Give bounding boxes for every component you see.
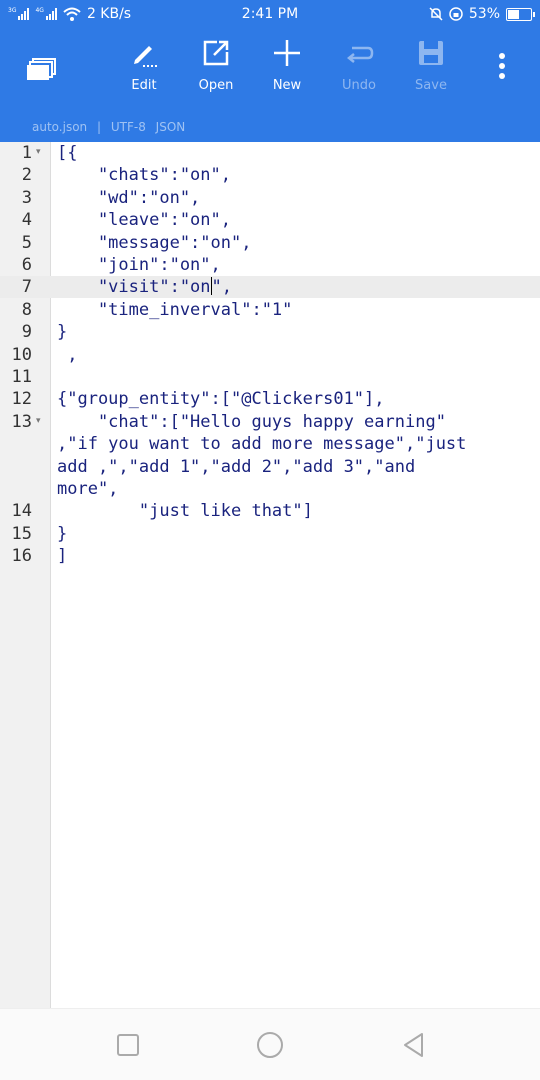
code-line[interactable]: 1 ▾ [{ [0, 142, 540, 164]
line-number: 10 [11, 344, 32, 365]
floppy-disk-icon [419, 41, 443, 65]
recents-square-icon[interactable] [114, 1031, 142, 1059]
line-number: 15 [11, 523, 32, 544]
code-line[interactable]: 5 "message":"on", [0, 232, 540, 254]
code-text: "message":"on", [57, 232, 252, 253]
save-button[interactable]: Save [400, 36, 462, 100]
fold-arrow-icon[interactable]: ▾ [36, 147, 41, 157]
more-vert-icon[interactable] [494, 50, 510, 90]
save-label: Save [415, 78, 447, 93]
app-toolbar: Edit Open New Undo Save [0, 28, 540, 108]
back-triangle-icon[interactable] [400, 1031, 428, 1059]
rotation-lock-icon [449, 7, 463, 21]
open-label: Open [198, 78, 234, 93]
line-number: 5 [21, 232, 32, 253]
code-line[interactable]: 2 "chats":"on", [0, 164, 540, 186]
file-syntax: JSON [155, 120, 186, 134]
file-info-separator: | [96, 120, 102, 134]
wifi-icon [63, 7, 81, 21]
code-text: add ,","add 1","add 2","add 3","and [57, 456, 416, 477]
code-line[interactable]: 16] [0, 545, 540, 567]
new-label: New [272, 78, 302, 93]
code-text: ,"if you want to add more message","just [57, 434, 467, 455]
status-left: 3G 4G 2 KB/s [8, 6, 429, 22]
fold-arrow-icon[interactable]: ▾ [36, 416, 41, 426]
line-number: 4 [21, 210, 32, 231]
code-text: more", [57, 479, 119, 499]
code-text: "chat":["Hello guys happy earning" [57, 411, 446, 432]
code-text: } [57, 322, 68, 343]
network-speed: 2 KB/s [86, 6, 132, 22]
code-text: "wd":"on", [57, 187, 201, 208]
code-text: ] [57, 546, 68, 567]
code-text: } [57, 523, 68, 544]
line-number: 11 [11, 367, 32, 387]
status-right: 53% [429, 6, 535, 22]
code-line[interactable]: 7 "visit":"on", [0, 276, 540, 299]
code-text: "visit":"on", [57, 277, 233, 298]
new-button[interactable]: New [256, 36, 318, 100]
sim1-label: 3G [8, 7, 17, 14]
code-line[interactable]: 4 "leave":"on", [0, 209, 540, 231]
code-text: [{ [57, 143, 78, 163]
code-line[interactable]: 15} [0, 523, 540, 545]
system-nav-bar [0, 1008, 540, 1080]
line-number: 9 [21, 322, 32, 343]
pencil-icon [134, 46, 157, 67]
code-line[interactable]: 12 {"group_entity":["@Clickers01"], [0, 388, 540, 410]
line-number: 6 [21, 255, 32, 275]
code-line[interactable]: more", [0, 478, 540, 500]
battery-percent: 53% [468, 6, 500, 22]
tabs-stack-icon[interactable] [22, 50, 62, 90]
code-text: "leave":"on", [57, 210, 231, 231]
battery-icon [506, 7, 535, 21]
signal-sim2-icon: 4G [35, 7, 57, 20]
file-name: auto.json [32, 120, 88, 134]
line-number: 8 [21, 299, 32, 320]
edit-label: Edit [131, 78, 157, 93]
code-line[interactable]: 9} [0, 321, 540, 343]
code-line[interactable]: ,"if you want to add more message","just [0, 433, 540, 455]
code-text: "time_inverval":"1" [57, 299, 293, 320]
code-text: "chats":"on", [57, 165, 231, 186]
plus-icon [274, 40, 300, 66]
line-number: 12 [11, 389, 32, 410]
line-number: 7 [21, 277, 32, 298]
code-line[interactable]: 8 "time_inverval":"1" [0, 299, 540, 321]
line-number: 1 [21, 143, 32, 163]
line-number: 16 [11, 546, 32, 567]
code-line[interactable]: 6 "join":"on", [0, 254, 540, 276]
code-editor[interactable]: 1 ▾[{2 "chats":"on", 3 "wd":"on", 4 "leave"… [0, 142, 540, 1008]
undo-arrow-icon [346, 46, 374, 63]
code-text: "just like that"] [57, 501, 313, 522]
signal-sim1-icon: 3G [8, 7, 30, 20]
battery-fill [508, 9, 519, 19]
undo-button[interactable]: Undo [328, 36, 390, 100]
open-button[interactable]: Open [185, 36, 247, 100]
code-text: "join":"on", [57, 255, 221, 275]
code-line[interactable]: 13 ▾ "chat":["Hello guys happy earning" [0, 411, 540, 433]
code-line[interactable]: 14 "just like that"] [0, 500, 540, 522]
sim2-label: 4G [35, 7, 44, 14]
code-line[interactable]: 3 "wd":"on", [0, 187, 540, 209]
file-info-bar: auto.json | UTF-8 JSON [0, 108, 540, 142]
code-text: {"group_entity":["@Clickers01"], [57, 389, 385, 410]
mute-bell-icon [429, 7, 443, 21]
line-number: 2 [21, 165, 32, 186]
code-line[interactable]: add ,","add 1","add 2","add 3","and [0, 456, 540, 478]
code-text: , [57, 344, 78, 365]
file-encoding: UTF-8 [110, 120, 146, 134]
edit-button[interactable]: Edit [113, 36, 175, 100]
line-number: 3 [21, 187, 32, 208]
external-link-icon [203, 40, 229, 66]
code-line[interactable]: 10 , [0, 344, 540, 366]
home-circle-icon[interactable] [256, 1031, 284, 1059]
line-number: 13 [11, 411, 32, 432]
text-cursor [210, 277, 212, 296]
line-number: 14 [11, 501, 32, 522]
code-line[interactable]: 11 [0, 366, 540, 388]
status-bar: 3G 4G 2 KB/s 2:41 PM 53% [0, 0, 540, 28]
undo-label: Undo [342, 78, 376, 93]
